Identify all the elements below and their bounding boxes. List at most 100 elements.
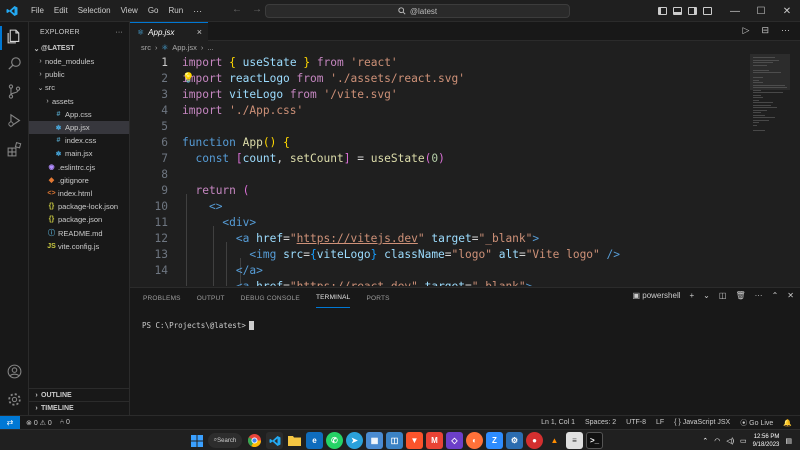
whatsapp-icon[interactable]: ✆ bbox=[326, 432, 343, 449]
maximize-panel-icon[interactable]: ⌃ bbox=[772, 291, 779, 300]
folder-item[interactable]: ⌄ src bbox=[29, 81, 129, 94]
menu-view[interactable]: View bbox=[116, 6, 143, 16]
file-item[interactable]: ⓘ README.md bbox=[29, 226, 129, 239]
kill-terminal-icon[interactable]: 🗑 bbox=[735, 291, 745, 300]
file-item[interactable]: {} package-lock.json bbox=[29, 200, 129, 213]
file-item[interactable]: ◆ .gitignore bbox=[29, 174, 129, 187]
toggle-primary-sidebar-icon[interactable] bbox=[658, 7, 667, 15]
menu-go[interactable]: Go bbox=[143, 6, 164, 16]
toggle-secondary-sidebar-icon[interactable] bbox=[688, 7, 697, 15]
file-explorer-icon[interactable] bbox=[286, 432, 303, 449]
menu-file[interactable]: File bbox=[26, 6, 49, 16]
ports-status[interactable]: ⑃ 0 bbox=[60, 419, 70, 426]
encoding[interactable]: UTF-8 bbox=[626, 419, 646, 426]
go-live-button[interactable]: ⦿ Go Live bbox=[740, 418, 773, 428]
terminal-shell-selector[interactable]: ▣ powershell bbox=[632, 291, 680, 300]
tab-output[interactable]: OUTPUT bbox=[197, 288, 225, 308]
zoom-icon[interactable]: Z bbox=[486, 432, 503, 449]
command-center-search[interactable]: @latest bbox=[265, 4, 570, 18]
tab-close-icon[interactable]: × bbox=[197, 27, 202, 37]
notepad-icon[interactable]: ≡ bbox=[566, 432, 583, 449]
cursor-position[interactable]: Ln 1, Col 1 bbox=[541, 419, 575, 426]
settings-icon[interactable]: ⚙ bbox=[506, 432, 523, 449]
chrome-icon[interactable] bbox=[246, 432, 263, 449]
explorer-more-icon[interactable]: ··· bbox=[115, 29, 123, 36]
file-item[interactable]: ⚛ main.jsx bbox=[29, 147, 129, 160]
minimize-button[interactable]: — bbox=[722, 0, 748, 22]
indentation[interactable]: Spaces: 2 bbox=[585, 419, 616, 426]
tray-chevron-icon[interactable]: ⌃ bbox=[702, 437, 708, 445]
file-item[interactable]: # App.css bbox=[29, 108, 129, 121]
source-control-icon[interactable] bbox=[6, 83, 23, 100]
volume-icon[interactable]: ◁) bbox=[726, 437, 734, 445]
folder-item[interactable]: › public bbox=[29, 68, 129, 81]
gmail-icon[interactable]: M bbox=[426, 432, 443, 449]
edge-icon[interactable]: e bbox=[306, 432, 323, 449]
folder-item[interactable]: › node_modules bbox=[29, 55, 129, 68]
problems-status[interactable]: ⊗ 0 ⚠ 0 bbox=[26, 419, 52, 427]
tab-ports[interactable]: PORTS bbox=[366, 288, 389, 308]
editor-more-icon[interactable]: ··· bbox=[781, 25, 790, 36]
tab-debug-console[interactable]: DEBUG CONSOLE bbox=[241, 288, 300, 308]
close-panel-icon[interactable]: ✕ bbox=[787, 291, 794, 300]
tab-app-jsx[interactable]: ⚛ App.jsx × bbox=[130, 22, 208, 41]
end-of-line[interactable]: LF bbox=[656, 419, 664, 426]
extensions-icon[interactable] bbox=[6, 141, 23, 158]
minimap[interactable] bbox=[750, 54, 790, 286]
clock[interactable]: 12:56 PM 9/18/2023 bbox=[753, 433, 780, 449]
run-file-icon[interactable]: ▷ bbox=[743, 25, 750, 36]
tab-problems[interactable]: PROBLEMS bbox=[143, 288, 181, 308]
language-mode[interactable]: { } JavaScript JSX bbox=[674, 419, 730, 426]
close-button[interactable]: ✕ bbox=[774, 0, 800, 22]
breadcrumb-src[interactable]: src bbox=[141, 43, 151, 52]
breadcrumb-file[interactable]: App.jsx bbox=[172, 43, 197, 52]
recorder-icon[interactable]: ● bbox=[526, 432, 543, 449]
vlc-icon[interactable]: ▲ bbox=[546, 432, 563, 449]
workspace-root[interactable]: ⌄ @LATEST bbox=[29, 42, 129, 55]
toggle-panel-icon[interactable] bbox=[673, 7, 682, 15]
photos-icon[interactable]: ▦ bbox=[366, 432, 383, 449]
menu-more-icon[interactable]: ··· bbox=[188, 6, 207, 16]
explorer-icon[interactable] bbox=[6, 28, 23, 45]
firefox-icon[interactable]: ◐ bbox=[466, 432, 483, 449]
file-item[interactable]: # index.css bbox=[29, 134, 129, 147]
breadcrumb-symbol[interactable]: ... bbox=[207, 43, 213, 52]
folder-item[interactable]: › assets bbox=[29, 95, 129, 108]
notifications-bell-icon[interactable]: 🔔 bbox=[783, 419, 792, 427]
windows-start-icon[interactable] bbox=[188, 432, 205, 449]
menu-edit[interactable]: Edit bbox=[49, 6, 73, 16]
maximize-button[interactable]: ☐ bbox=[748, 0, 774, 22]
outline-section[interactable]: › OUTLINE bbox=[29, 388, 130, 401]
split-editor-icon[interactable]: ⊟ bbox=[761, 25, 769, 36]
new-terminal-icon[interactable]: + bbox=[690, 291, 695, 300]
customize-layout-icon[interactable] bbox=[703, 7, 712, 15]
visual-studio-icon[interactable]: ◇ bbox=[446, 432, 463, 449]
forward-arrow-icon[interactable]: → bbox=[252, 4, 262, 15]
notification-center-icon[interactable]: ▤ bbox=[785, 437, 792, 445]
taskbar-search[interactable]: ⌕ Search bbox=[208, 433, 242, 448]
vscode-taskbar-icon[interactable] bbox=[266, 432, 283, 449]
remote-indicator-icon[interactable]: ⇄ bbox=[0, 415, 20, 430]
file-item[interactable]: ◉ .eslintrc.cjs bbox=[29, 161, 129, 174]
panel-more-icon[interactable]: ··· bbox=[755, 291, 763, 300]
battery-icon[interactable]: ▭ bbox=[740, 437, 747, 445]
terminal-app-icon[interactable]: >_ bbox=[586, 432, 603, 449]
search-icon[interactable] bbox=[6, 55, 23, 72]
wifi-icon[interactable]: ◠ bbox=[714, 437, 720, 445]
store-icon[interactable]: ◫ bbox=[386, 432, 403, 449]
menu-run[interactable]: Run bbox=[163, 6, 188, 16]
telegram-icon[interactable]: ➤ bbox=[346, 432, 363, 449]
file-item[interactable]: {} package.json bbox=[29, 213, 129, 226]
code-editor[interactable]: 1 import { useState } from 'react' 2 import… bbox=[130, 54, 750, 286]
file-item[interactable]: ⚛ App.jsx bbox=[29, 120, 129, 135]
tab-terminal[interactable]: TERMINAL bbox=[315, 288, 351, 308]
file-item[interactable]: JS vite.config.js bbox=[29, 240, 129, 253]
split-terminal-icon[interactable]: ◫ bbox=[719, 291, 727, 300]
terminal-prompt-line[interactable]: PS C:\Projects\@latest> bbox=[142, 321, 254, 330]
lightbulb-icon[interactable]: 💡 bbox=[182, 73, 194, 84]
brave-icon[interactable]: ▼ bbox=[406, 432, 423, 449]
timeline-section[interactable]: › TIMELINE bbox=[29, 401, 130, 414]
back-arrow-icon[interactable]: ← bbox=[232, 4, 242, 15]
file-item[interactable]: <> index.html bbox=[29, 187, 129, 200]
run-debug-icon[interactable] bbox=[6, 112, 23, 129]
